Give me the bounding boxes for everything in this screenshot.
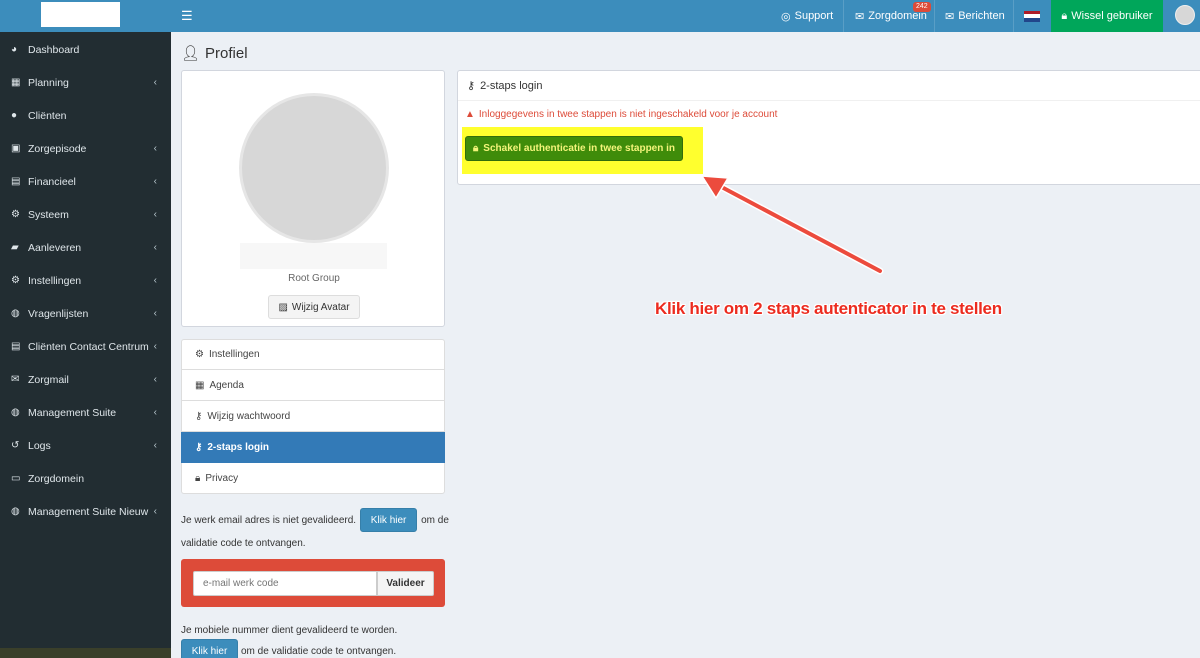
sidebar-item-financieel[interactable]: ▤ Financieel ‹: [0, 165, 171, 198]
sidebar-item-zorgdomein[interactable]: ▭ Zorgdomein: [0, 462, 171, 495]
gears-icon: ⚙: [11, 209, 20, 220]
chevron-left-icon: ‹: [153, 308, 157, 319]
notification-badge: 242: [913, 2, 931, 12]
gear-icon: ⚙: [11, 275, 20, 286]
email-code-form: Valideer: [181, 559, 445, 607]
menu-item-agenda[interactable]: ▦ Agenda: [181, 370, 445, 401]
globe-icon: ◍: [11, 506, 20, 517]
chevron-left-icon: ‹: [153, 341, 157, 352]
menu-toggle-icon[interactable]: ☰: [181, 8, 193, 24]
chevron-left-icon: ‹: [153, 506, 157, 517]
email-validation-note: Je werk email adres is niet gevalideerd.…: [181, 508, 449, 532]
profile-role: Root Group: [288, 273, 340, 284]
book-icon: ▤: [11, 176, 21, 187]
sidebar-item-dashboard[interactable]: ◕ Dashboard: [0, 33, 171, 66]
sidebar-item-planning[interactable]: ▦ Planning ‹: [0, 66, 171, 99]
annotation-callout: Klik hier om 2 staps autenticator in te …: [655, 299, 1002, 318]
lock-icon: 🔒︎: [472, 143, 479, 154]
user-avatar[interactable]: [1175, 5, 1195, 25]
sidebar-item-zorgepisode[interactable]: ▣ Zorgepisode ‹: [0, 132, 171, 165]
chevron-left-icon: ‹: [153, 209, 157, 220]
zorgdomein-link[interactable]: ✉ Zorgdomein 242: [855, 0, 931, 32]
profile-name: [240, 243, 387, 269]
key-icon: ⚷: [195, 441, 203, 453]
phone-validation-note: Je mobiele nummer dient gevalideerd te w…: [181, 625, 398, 636]
change-avatar-button[interactable]: ▨ Wijzig Avatar: [268, 295, 360, 319]
image-icon: ▨: [278, 301, 288, 313]
berichten-link[interactable]: ✉ Berichten: [945, 0, 1005, 32]
email-code-input[interactable]: [193, 571, 377, 596]
envelope-icon: ✉: [945, 10, 955, 23]
support-label: Support: [794, 10, 834, 22]
sidebar-footer: [0, 648, 171, 658]
sidebar-item-systeem[interactable]: ⚙ Systeem ‹: [0, 198, 171, 231]
validate-button[interactable]: Valideer: [377, 571, 434, 596]
sidebar-item-aanleveren[interactable]: ▰ Aanleveren ‹: [0, 231, 171, 264]
language-selector[interactable]: [1024, 0, 1040, 32]
sidebar-item-clienten-contact-centrum[interactable]: ▤ Cliënten Contact Centrum ‹: [0, 330, 171, 363]
sidebar-item-zorgmail[interactable]: ✉ Zorgmail ‹: [0, 363, 171, 396]
annotation-arrow: [700, 175, 884, 275]
book-icon: ▤: [11, 341, 21, 352]
envelope-icon: ✉: [855, 10, 865, 23]
globe-icon: ◍: [11, 308, 20, 319]
lock-icon: 🔒︎: [195, 472, 201, 484]
chevron-left-icon: ‹: [153, 407, 157, 418]
chevron-left-icon: ‹: [153, 275, 157, 286]
menu-item-instellingen[interactable]: ⚙ Instellingen: [181, 339, 445, 370]
switch-user-button[interactable]: 🔒︎ Wissel gebruiker: [1051, 0, 1163, 32]
chevron-left-icon: ‹: [153, 77, 157, 88]
chevron-left-icon: ‹: [153, 176, 157, 187]
menu-item-privacy[interactable]: 🔒︎ Privacy: [181, 463, 445, 494]
sidebar-item-management-suite[interactable]: ◍ Management Suite ‹: [0, 396, 171, 429]
key-icon: ⚷: [467, 80, 476, 92]
lock-icon: 🔒︎: [1061, 9, 1068, 22]
warning-icon: ▲: [465, 109, 475, 120]
dutch-flag-icon: [1024, 10, 1040, 22]
sidebar-item-clienten[interactable]: ● Cliënten: [0, 99, 171, 132]
email-validation-note-line2: validatie code te ontvangen.: [181, 538, 306, 549]
chevron-left-icon: ‹: [153, 440, 157, 451]
history-icon: ↺: [11, 440, 20, 451]
envelope-icon: ✉: [11, 374, 20, 385]
top-navbar: ☰ ◎ Support ✉ Zorgdomein 242 ✉ Berichten…: [0, 0, 1200, 32]
medkit-icon: ▣: [11, 143, 21, 154]
switch-user-label: Wissel gebruiker: [1071, 10, 1153, 22]
gears-icon: ⚙: [195, 349, 204, 360]
user-icon: 👤︎: [181, 45, 201, 62]
phone-validation-line2: Klik hier om de validatie code te ontvan…: [181, 639, 396, 658]
inbox-icon: ▭: [11, 473, 21, 484]
twostep-alert: ▲ Inloggegevens in twee stappen is niet …: [465, 109, 778, 120]
sidebar-item-vragenlijsten[interactable]: ◍ Vragenlijsten ‹: [0, 297, 171, 330]
profile-card: Root Group ▨ Wijzig Avatar: [181, 70, 445, 327]
menu-item-wijzig-wachtwoord[interactable]: ⚷ Wijzig wachtwoord: [181, 401, 445, 432]
profile-menu: ⚙ Instellingen ▦ Agenda ⚷ Wijzig wachtwo…: [181, 339, 445, 494]
dashboard-icon: ◕: [11, 44, 18, 55]
calendar-check-icon: ▦: [195, 379, 205, 391]
sidebar-item-management-suite-nieuw[interactable]: ◍ Management Suite Nieuw ‹: [0, 495, 171, 528]
user-icon: ●: [11, 110, 18, 121]
phone-send-code-button[interactable]: Klik hier: [181, 639, 238, 658]
logo[interactable]: [41, 2, 120, 27]
chevron-left-icon: ‹: [153, 242, 157, 253]
twostep-header: ⚷ 2-staps login: [458, 71, 1200, 101]
sidebar-item-logs[interactable]: ↺ Logs ‹: [0, 429, 171, 462]
profile-avatar: [239, 93, 389, 243]
page-title: 👤︎ Profiel: [181, 44, 248, 63]
calendar-icon: ▦: [11, 77, 21, 88]
berichten-label: Berichten: [958, 10, 1005, 22]
truck-icon: ▰: [11, 242, 19, 253]
menu-item-2-staps-login[interactable]: ⚷ 2-staps login: [181, 432, 445, 463]
key-icon: ⚷: [195, 410, 203, 422]
globe-icon: ◍: [11, 407, 20, 418]
support-link[interactable]: ◎ Support: [781, 0, 833, 32]
sidebar-item-instellingen[interactable]: ⚙ Instellingen ‹: [0, 264, 171, 297]
chevron-left-icon: ‹: [153, 143, 157, 154]
chevron-left-icon: ‹: [153, 374, 157, 385]
email-send-code-button[interactable]: Klik hier: [360, 508, 418, 532]
enable-twostep-button[interactable]: 🔒︎ Schakel authenticatie in twee stappen…: [465, 136, 683, 161]
lifebuoy-icon: ◎: [781, 10, 791, 23]
sidebar: ◕ Dashboard ▦ Planning ‹ ● Cliënten ▣ Zo…: [0, 32, 171, 658]
